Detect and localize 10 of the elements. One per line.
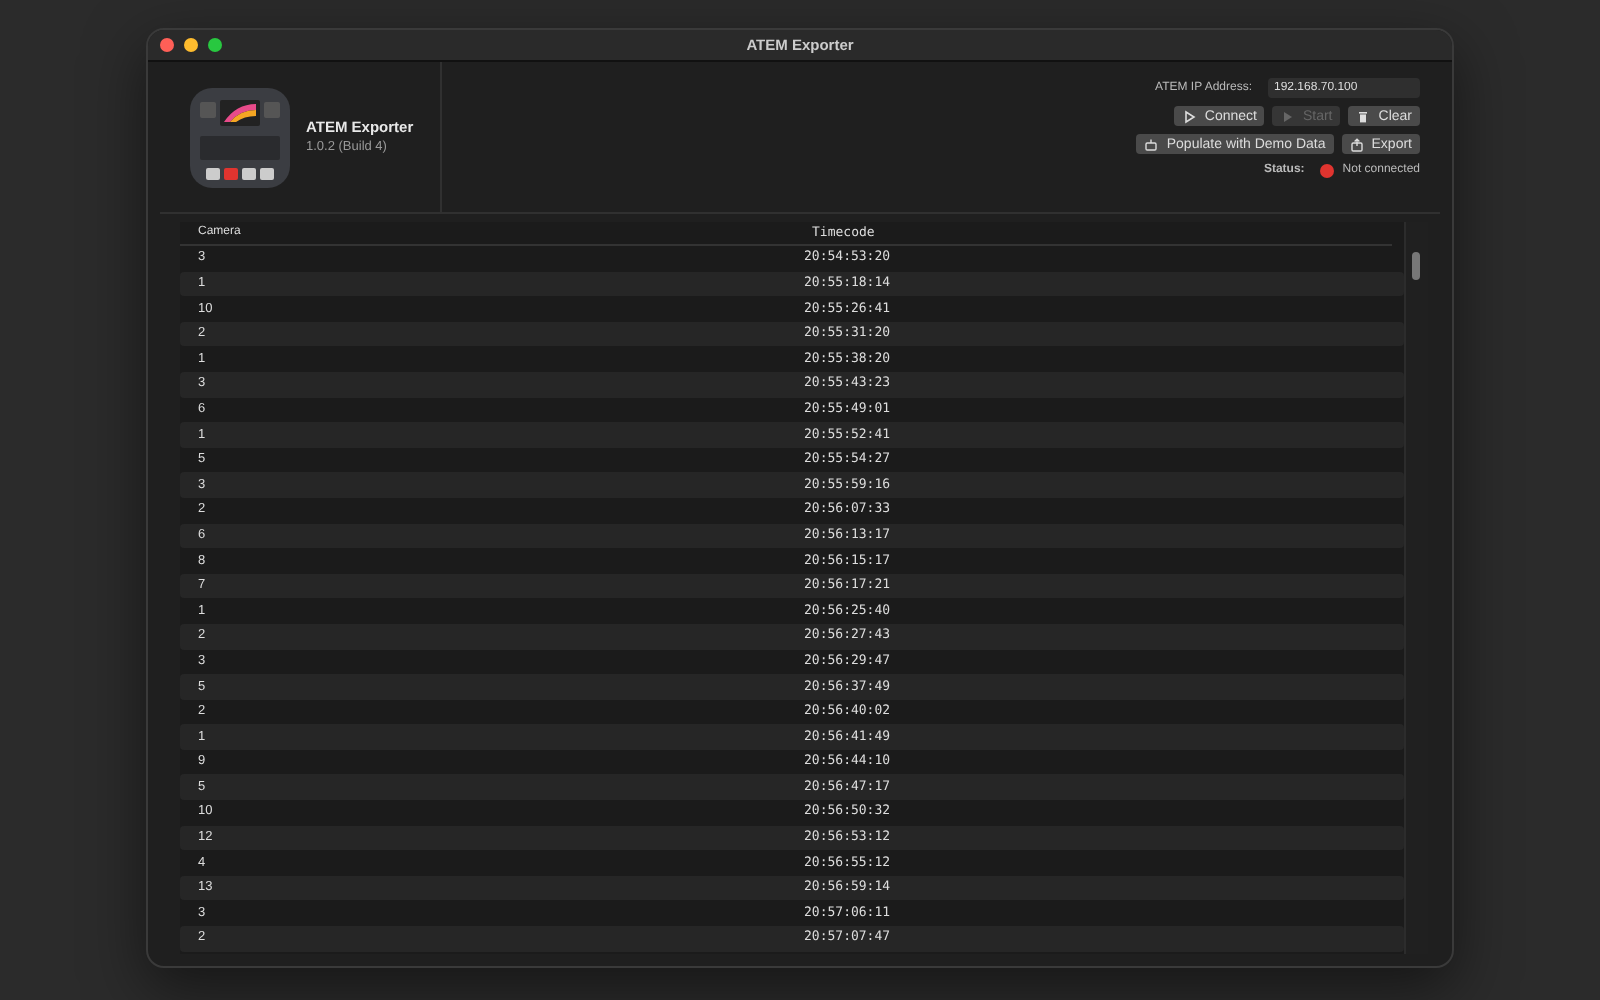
robot-icon [1144,137,1159,151]
trash-icon [1356,109,1371,123]
minimize-button[interactable] [184,38,198,52]
share-icon [1349,137,1364,151]
zoom-button[interactable] [208,38,222,52]
close-button[interactable] [160,38,174,52]
play-icon [1182,109,1197,123]
scroll-thumb[interactable] [1412,252,1420,280]
play-icon [1280,109,1295,123]
app-icon [188,85,292,189]
